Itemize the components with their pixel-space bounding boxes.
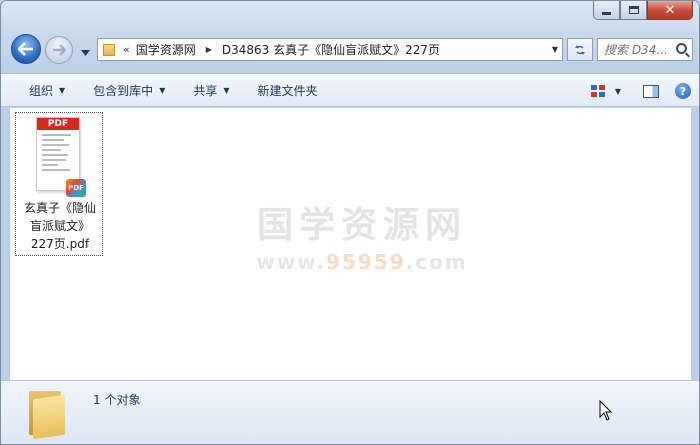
organize-menu[interactable]: 组织 ▼ (19, 73, 75, 107)
file-list-view[interactable]: PDF PDF 玄真子《隐仙 盲派赋文》 227页.pdf 国学资源网 www.… (9, 108, 691, 380)
chevron-down-icon (81, 50, 90, 56)
forward-button[interactable] (45, 36, 73, 64)
search-icon[interactable] (676, 43, 687, 54)
file-name-line-1: 玄真子《隐仙 (23, 201, 96, 215)
maximize-button[interactable] (620, 1, 647, 20)
watermark-site-highlight: 95959 (326, 250, 406, 274)
watermark-title: 国学资源网 (256, 205, 467, 246)
recent-pages-dropdown[interactable] (81, 45, 90, 59)
pdf-text-lines (42, 134, 74, 174)
address-history-dropdown[interactable]: ▼ (552, 45, 558, 54)
search-box[interactable] (597, 38, 693, 61)
watermark-site-suffix: .com (405, 250, 468, 274)
refresh-button[interactable] (567, 38, 593, 61)
help-icon[interactable]: ? (675, 83, 691, 99)
new-folder-button[interactable]: 新建文件夹 (248, 73, 328, 107)
watermark-site-prefix: www. (256, 250, 327, 274)
file-item-pdf[interactable]: PDF PDF 玄真子《隐仙 盲派赋文》 227页.pdf (15, 112, 103, 256)
details-pane: 1 个对象 (1, 380, 699, 444)
pdf-file-icon: PDF PDF (36, 117, 86, 197)
file-name-label: 玄真子《隐仙 盲派赋文》 227页.pdf (16, 199, 104, 253)
views-dropdown-chevron-icon[interactable]: ▼ (615, 87, 621, 96)
folder-icon (103, 43, 115, 56)
breadcrumb-root[interactable]: 国学资源网 (136, 41, 196, 58)
change-view-icon[interactable] (590, 85, 605, 97)
organize-label: 组织 (29, 83, 54, 98)
minimize-icon (602, 11, 611, 15)
back-button[interactable] (11, 34, 41, 64)
file-name-line-3: 227页.pdf (30, 237, 90, 251)
toolbar-right-group: ▼ ? (590, 74, 691, 108)
include-in-library-menu[interactable]: 包含到库中 ▼ (83, 73, 175, 107)
search-input[interactable] (604, 42, 674, 57)
command-bar: 组织 ▼ 包含到库中 ▼ 共享 ▼ 新建文件夹 ▼ ? (1, 73, 699, 107)
refresh-icon (575, 44, 585, 55)
item-count-status: 1 个对象 (93, 393, 141, 407)
mouse-cursor-icon (599, 400, 613, 421)
share-menu[interactable]: 共享 ▼ (183, 73, 239, 107)
watermark-site: www.95959.com (242, 250, 482, 274)
chevron-down-icon: ▼ (223, 85, 230, 95)
breadcrumb-separator-icon[interactable]: ▶ (206, 45, 212, 54)
chevron-down-icon: ▼ (59, 85, 66, 95)
include-in-library-label: 包含到库中 (93, 83, 154, 98)
navigation-bar: « 国学资源网 ▶ D34863 玄真子《隐仙盲派赋文》227页 ▼ (9, 34, 693, 64)
preview-pane-icon[interactable] (643, 84, 659, 98)
new-folder-label: 新建文件夹 (257, 83, 318, 98)
share-label: 共享 (193, 83, 218, 98)
caption-buttons: ✕ (593, 1, 693, 20)
close-icon: ✕ (664, 2, 676, 18)
maximize-icon (628, 6, 639, 14)
forward-arrow-icon (53, 44, 66, 56)
watermark: 国学资源网 www.95959.com (242, 196, 482, 274)
close-button[interactable]: ✕ (647, 1, 693, 20)
pdf-app-badge-icon: PDF (66, 179, 86, 197)
file-name-line-2: 盲派赋文》 (29, 219, 90, 233)
explorer-window: ✕ « 国学资源网 ▶ D34863 玄真子《隐仙盲派赋文》227页 ▼ 搜索 … (0, 0, 700, 445)
minimize-button[interactable] (593, 1, 620, 20)
pdf-banner: PDF (37, 118, 79, 130)
address-bar[interactable]: « 国学资源网 ▶ D34863 玄真子《隐仙盲派赋文》227页 ▼ (97, 38, 563, 61)
breadcrumb-current[interactable]: D34863 玄真子《隐仙盲派赋文》227页 (222, 41, 440, 58)
folder-icon (29, 389, 65, 440)
address-overflow-chevron[interactable]: « (123, 43, 130, 56)
back-arrow-icon (18, 42, 33, 56)
chevron-down-icon: ▼ (159, 85, 166, 95)
